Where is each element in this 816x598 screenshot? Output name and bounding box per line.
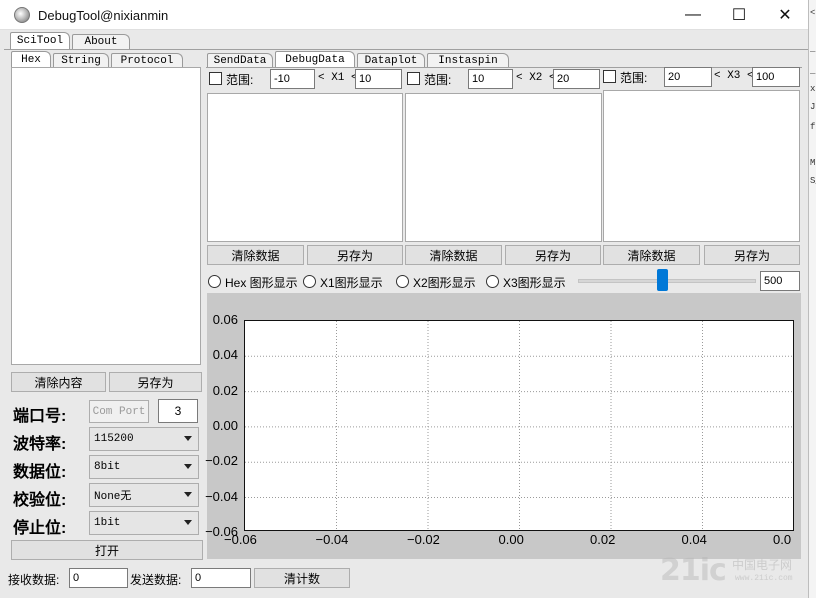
x-tick-label: 0.00 bbox=[498, 532, 524, 547]
tab-instaspin[interactable]: Instaspin bbox=[427, 53, 509, 68]
range-x2-axis-label: < X2 < bbox=[516, 72, 556, 84]
watermark-url: www.21ic.com bbox=[735, 574, 793, 583]
x3-plot-radio[interactable] bbox=[486, 275, 499, 288]
minimize-button[interactable]: — bbox=[670, 0, 716, 30]
x2-data-panel[interactable] bbox=[405, 93, 602, 242]
tab-hex[interactable]: Hex bbox=[11, 51, 51, 68]
stop-bits-label: 停止位: bbox=[13, 520, 67, 537]
port-number-input[interactable]: 3 bbox=[158, 399, 198, 423]
range-x2-checkbox[interactable] bbox=[407, 72, 420, 85]
port-label: 端口号: bbox=[13, 408, 67, 425]
x-tick-label: 0.04 bbox=[681, 532, 707, 547]
window-title: DebugTool@nixianmin bbox=[38, 8, 169, 23]
x1-save-as-button[interactable]: 另存为 bbox=[307, 245, 403, 265]
x-tick-label: 0.02 bbox=[590, 532, 616, 547]
maximize-button[interactable]: ☐ bbox=[716, 0, 762, 30]
y-tick-label: −0.02 bbox=[205, 453, 238, 469]
x1-data-panel[interactable] bbox=[207, 93, 403, 242]
com-port-button[interactable]: Com Port bbox=[89, 400, 149, 423]
plot-area[interactable] bbox=[244, 320, 794, 531]
data-bits-label: 数据位: bbox=[13, 464, 67, 481]
tab-about[interactable]: About bbox=[72, 34, 130, 49]
chevron-down-icon bbox=[184, 464, 192, 469]
save-as-button[interactable]: 另存为 bbox=[109, 372, 202, 392]
range-x1-label: 范围: bbox=[226, 73, 254, 87]
clear-content-button[interactable]: 清除内容 bbox=[11, 372, 106, 392]
x-tick-label: −0.04 bbox=[315, 532, 349, 547]
tab-divider bbox=[4, 49, 808, 50]
reset-count-button[interactable]: 清计数 bbox=[254, 568, 350, 588]
x2-plot-label: X2图形显示 bbox=[413, 276, 476, 290]
hex-receive-area[interactable] bbox=[11, 67, 201, 365]
x3-plot-label: X3图形显示 bbox=[503, 276, 566, 290]
watermark-logo: 21ic bbox=[660, 553, 727, 588]
title-bar: DebugTool@nixianmin — ☐ ✕ bbox=[0, 0, 808, 30]
x-tick-label: −0.02 bbox=[407, 532, 440, 547]
sample-slider-thumb[interactable] bbox=[656, 269, 668, 291]
x-axis-ticks: −0.06 −0.04 −0.02 0.00 0.02 0.04 0.0 bbox=[207, 532, 801, 552]
x2-save-as-button[interactable]: 另存为 bbox=[505, 245, 601, 265]
tab-protocol[interactable]: Protocol bbox=[111, 53, 183, 68]
parity-select[interactable]: None无 bbox=[89, 483, 199, 507]
open-port-button[interactable]: 打开 bbox=[11, 540, 203, 560]
x1-plot-label: X1图形显示 bbox=[320, 276, 383, 290]
stop-bits-select[interactable]: 1bit bbox=[89, 511, 199, 535]
right-tab-divider bbox=[206, 67, 802, 68]
recv-count-label: 接收数据: bbox=[8, 573, 60, 587]
background-window-edge: <I _l _h x Ju f M S_ bbox=[808, 0, 816, 598]
baud-label: 波特率: bbox=[13, 436, 67, 453]
tab-dataplot[interactable]: Dataplot bbox=[357, 53, 425, 68]
range-x2-min-input[interactable]: 10 bbox=[468, 69, 513, 89]
hex-plot-radio[interactable] bbox=[208, 275, 221, 288]
x-tick-label: 0.0 bbox=[773, 532, 792, 547]
x-tick-label: −0.06 bbox=[224, 532, 257, 547]
sample-count-input[interactable]: 500 bbox=[760, 271, 800, 291]
range-x1-max-input[interactable]: 10 bbox=[355, 69, 402, 89]
recv-count-input[interactable]: 0 bbox=[69, 568, 128, 588]
x2-clear-data-button[interactable]: 清除数据 bbox=[405, 245, 502, 265]
data-bits-select[interactable]: 8bit bbox=[89, 455, 199, 479]
tab-scitool[interactable]: SciTool bbox=[10, 32, 70, 49]
x3-save-as-button[interactable]: 另存为 bbox=[704, 245, 800, 265]
watermark-text: 中国电子网 bbox=[732, 558, 793, 572]
range-x3-min-input[interactable]: 20 bbox=[664, 67, 712, 87]
range-x3-label: 范围: bbox=[620, 71, 648, 85]
send-count-label: 发送数据: bbox=[130, 573, 182, 587]
range-x1-min-input[interactable]: -10 bbox=[270, 69, 315, 89]
close-button[interactable]: ✕ bbox=[762, 0, 808, 30]
y-tick-label: 0.02 bbox=[212, 382, 238, 398]
range-x3-checkbox[interactable] bbox=[603, 70, 616, 83]
x1-clear-data-button[interactable]: 清除数据 bbox=[207, 245, 304, 265]
chevron-down-icon bbox=[184, 520, 192, 525]
chevron-down-icon bbox=[184, 492, 192, 497]
range-x3-max-input[interactable]: 100 bbox=[752, 67, 800, 87]
baud-rate-select[interactable]: 115200 bbox=[89, 427, 199, 451]
tab-senddata[interactable]: SendData bbox=[207, 53, 273, 68]
range-x1-checkbox[interactable] bbox=[209, 72, 222, 85]
chevron-down-icon bbox=[184, 436, 192, 441]
tab-debugdata[interactable]: DebugData bbox=[275, 51, 355, 68]
range-x3-axis-label: < X3 < bbox=[714, 70, 754, 82]
x2-plot-radio[interactable] bbox=[396, 275, 409, 288]
tab-string[interactable]: String bbox=[53, 53, 109, 68]
x3-data-panel[interactable] bbox=[603, 90, 800, 242]
range-x2-max-input[interactable]: 20 bbox=[553, 69, 600, 89]
y-tick-label: 0.00 bbox=[212, 417, 238, 433]
y-tick-label: −0.04 bbox=[205, 488, 238, 504]
range-x1-axis-label: < X1 < bbox=[318, 72, 358, 84]
plot-grid bbox=[245, 321, 793, 530]
y-tick-label: 0.06 bbox=[212, 312, 238, 327]
parity-label: 校验位: bbox=[13, 492, 67, 509]
x3-clear-data-button[interactable]: 清除数据 bbox=[603, 245, 700, 265]
hex-plot-label: Hex 图形显示 bbox=[225, 276, 298, 290]
range-x2-label: 范围: bbox=[424, 73, 452, 87]
y-axis-ticks: 0.06 0.04 0.02 0.00 −0.02 −0.04 −0.06 bbox=[205, 312, 241, 539]
y-tick-label: 0.04 bbox=[212, 347, 238, 363]
x1-plot-radio[interactable] bbox=[303, 275, 316, 288]
send-count-input[interactable]: 0 bbox=[191, 568, 251, 588]
app-icon bbox=[14, 7, 30, 23]
